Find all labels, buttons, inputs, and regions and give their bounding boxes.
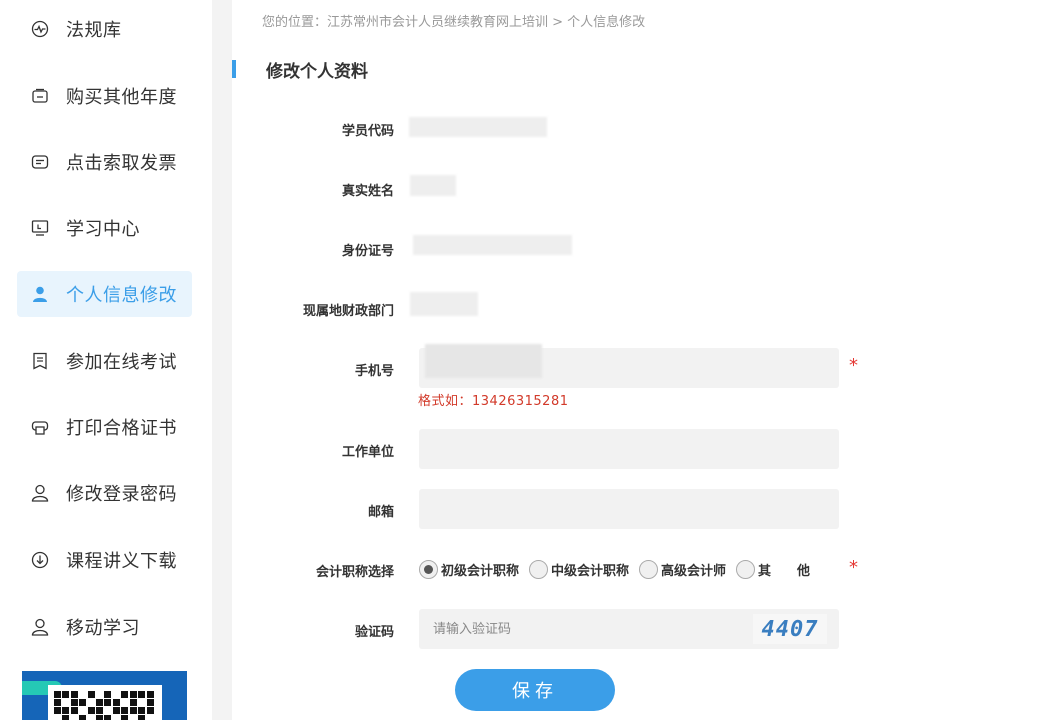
- finance-dept-value-redacted: [410, 292, 478, 316]
- real-name-value-redacted: [410, 175, 456, 196]
- sidebar-item-label: 点击索取发票: [66, 153, 177, 174]
- monitor-icon: [31, 219, 49, 237]
- radio-intermediate[interactable]: 中级会计职称: [529, 559, 630, 579]
- sidebar-item-label: 移动学习: [66, 618, 140, 639]
- radio-other[interactable]: 其 他: [736, 559, 811, 579]
- student-code-value-redacted: [409, 117, 547, 137]
- radio-label: 中级会计职称: [551, 563, 630, 579]
- page-title: 修改个人资料: [266, 61, 368, 82]
- user-icon: [31, 285, 49, 303]
- radio-indicator[interactable]: [639, 559, 659, 579]
- sidebar-item-request-invoice[interactable]: 点击索取发票: [17, 139, 192, 185]
- required-asterisk: *: [849, 557, 858, 578]
- captcha-label: 验证码: [354, 625, 394, 640]
- sidebar-item-label: 个人信息修改: [66, 285, 177, 306]
- qr-code-banner: [22, 671, 187, 720]
- radio-label: 其 他: [758, 563, 811, 579]
- radio-indicator-selected[interactable]: [419, 559, 438, 579]
- section-header: 修改个人资料: [232, 58, 368, 82]
- email-label: 邮箱: [367, 505, 394, 520]
- sidebar-item-print-certificate[interactable]: 打印合格证书: [17, 404, 192, 450]
- phone-label: 手机号: [354, 364, 394, 379]
- invoice-icon: [31, 153, 49, 171]
- phone-format-hint: 格式如：13426315281: [418, 394, 569, 409]
- sidebar-item-label: 课程讲义下载: [66, 551, 177, 572]
- sidebar-item-label: 打印合格证书: [66, 418, 177, 439]
- finance-dept-label: 现属地财政部门: [302, 304, 394, 319]
- sidebar-item-mobile-learning[interactable]: 移动学习: [17, 604, 192, 650]
- sidebar-item-download-handouts[interactable]: 课程讲义下载: [17, 537, 192, 583]
- radio-indicator[interactable]: [529, 559, 549, 579]
- sidebar-item-online-exam[interactable]: 参加在线考试: [17, 338, 192, 384]
- breadcrumb: 您的位置：江苏常州市会计人员继续教育网上培训 > 个人信息修改: [262, 15, 646, 30]
- pulse-icon: [31, 20, 49, 38]
- radio-junior[interactable]: 初级会计职称: [419, 559, 520, 579]
- qr-code: [48, 685, 162, 720]
- accounting-title-radio-group: 初级会计职称 中级会计职称 高级会计师 其 他: [419, 558, 820, 580]
- download-icon: [31, 551, 49, 569]
- accent-bar: [232, 60, 236, 78]
- sidebar-item-profile-edit[interactable]: 个人信息修改: [17, 271, 192, 317]
- phone-value-redacted: [425, 344, 542, 378]
- main-panel: 您的位置：江苏常州市会计人员继续教育网上培训 > 个人信息修改 修改个人资料 学…: [232, 0, 1052, 720]
- radio-label: 初级会计职称: [441, 563, 520, 579]
- exam-icon: [31, 352, 49, 370]
- user-icon: [31, 484, 49, 502]
- radio-indicator[interactable]: [736, 559, 756, 579]
- sidebar-item-regulations[interactable]: 法规库: [17, 6, 192, 52]
- sidebar-item-change-password[interactable]: 修改登录密码: [17, 470, 192, 516]
- user-icon: [31, 618, 49, 636]
- real-name-label: 真实姓名: [341, 184, 394, 199]
- accounting-title-label: 会计职称选择: [315, 565, 394, 580]
- email-input[interactable]: [419, 489, 839, 529]
- sidebar-item-buy-other-years[interactable]: 购买其他年度: [17, 73, 192, 119]
- save-button[interactable]: 保存: [455, 669, 615, 711]
- radio-senior[interactable]: 高级会计师: [639, 559, 727, 579]
- id-number-label: 身份证号: [341, 244, 394, 259]
- printer-icon: [31, 418, 49, 436]
- sidebar-item-label: 购买其他年度: [66, 87, 177, 108]
- sidebar: 法规库 购买其他年度 点击索取发票 学习中心 个人信息修改 参加在线考试 打印合…: [0, 0, 212, 720]
- sidebar-item-label: 参加在线考试: [66, 352, 177, 373]
- required-asterisk: *: [849, 355, 858, 376]
- sidebar-item-label: 修改登录密码: [66, 484, 177, 505]
- id-number-value-redacted: [413, 235, 572, 255]
- sidebar-item-label: 法规库: [66, 20, 122, 41]
- sidebar-item-learning-center[interactable]: 学习中心: [17, 205, 192, 251]
- student-code-label: 学员代码: [341, 124, 394, 139]
- captcha-image[interactable]: 4407: [753, 614, 827, 644]
- employer-label: 工作单位: [341, 445, 394, 460]
- page: 法规库 购买其他年度 点击索取发票 学习中心 个人信息修改 参加在线考试 打印合…: [0, 0, 1052, 720]
- sidebar-item-label: 学习中心: [66, 219, 140, 240]
- wallet-icon: [31, 87, 49, 105]
- radio-label: 高级会计师: [661, 563, 727, 579]
- employer-input[interactable]: [419, 429, 839, 469]
